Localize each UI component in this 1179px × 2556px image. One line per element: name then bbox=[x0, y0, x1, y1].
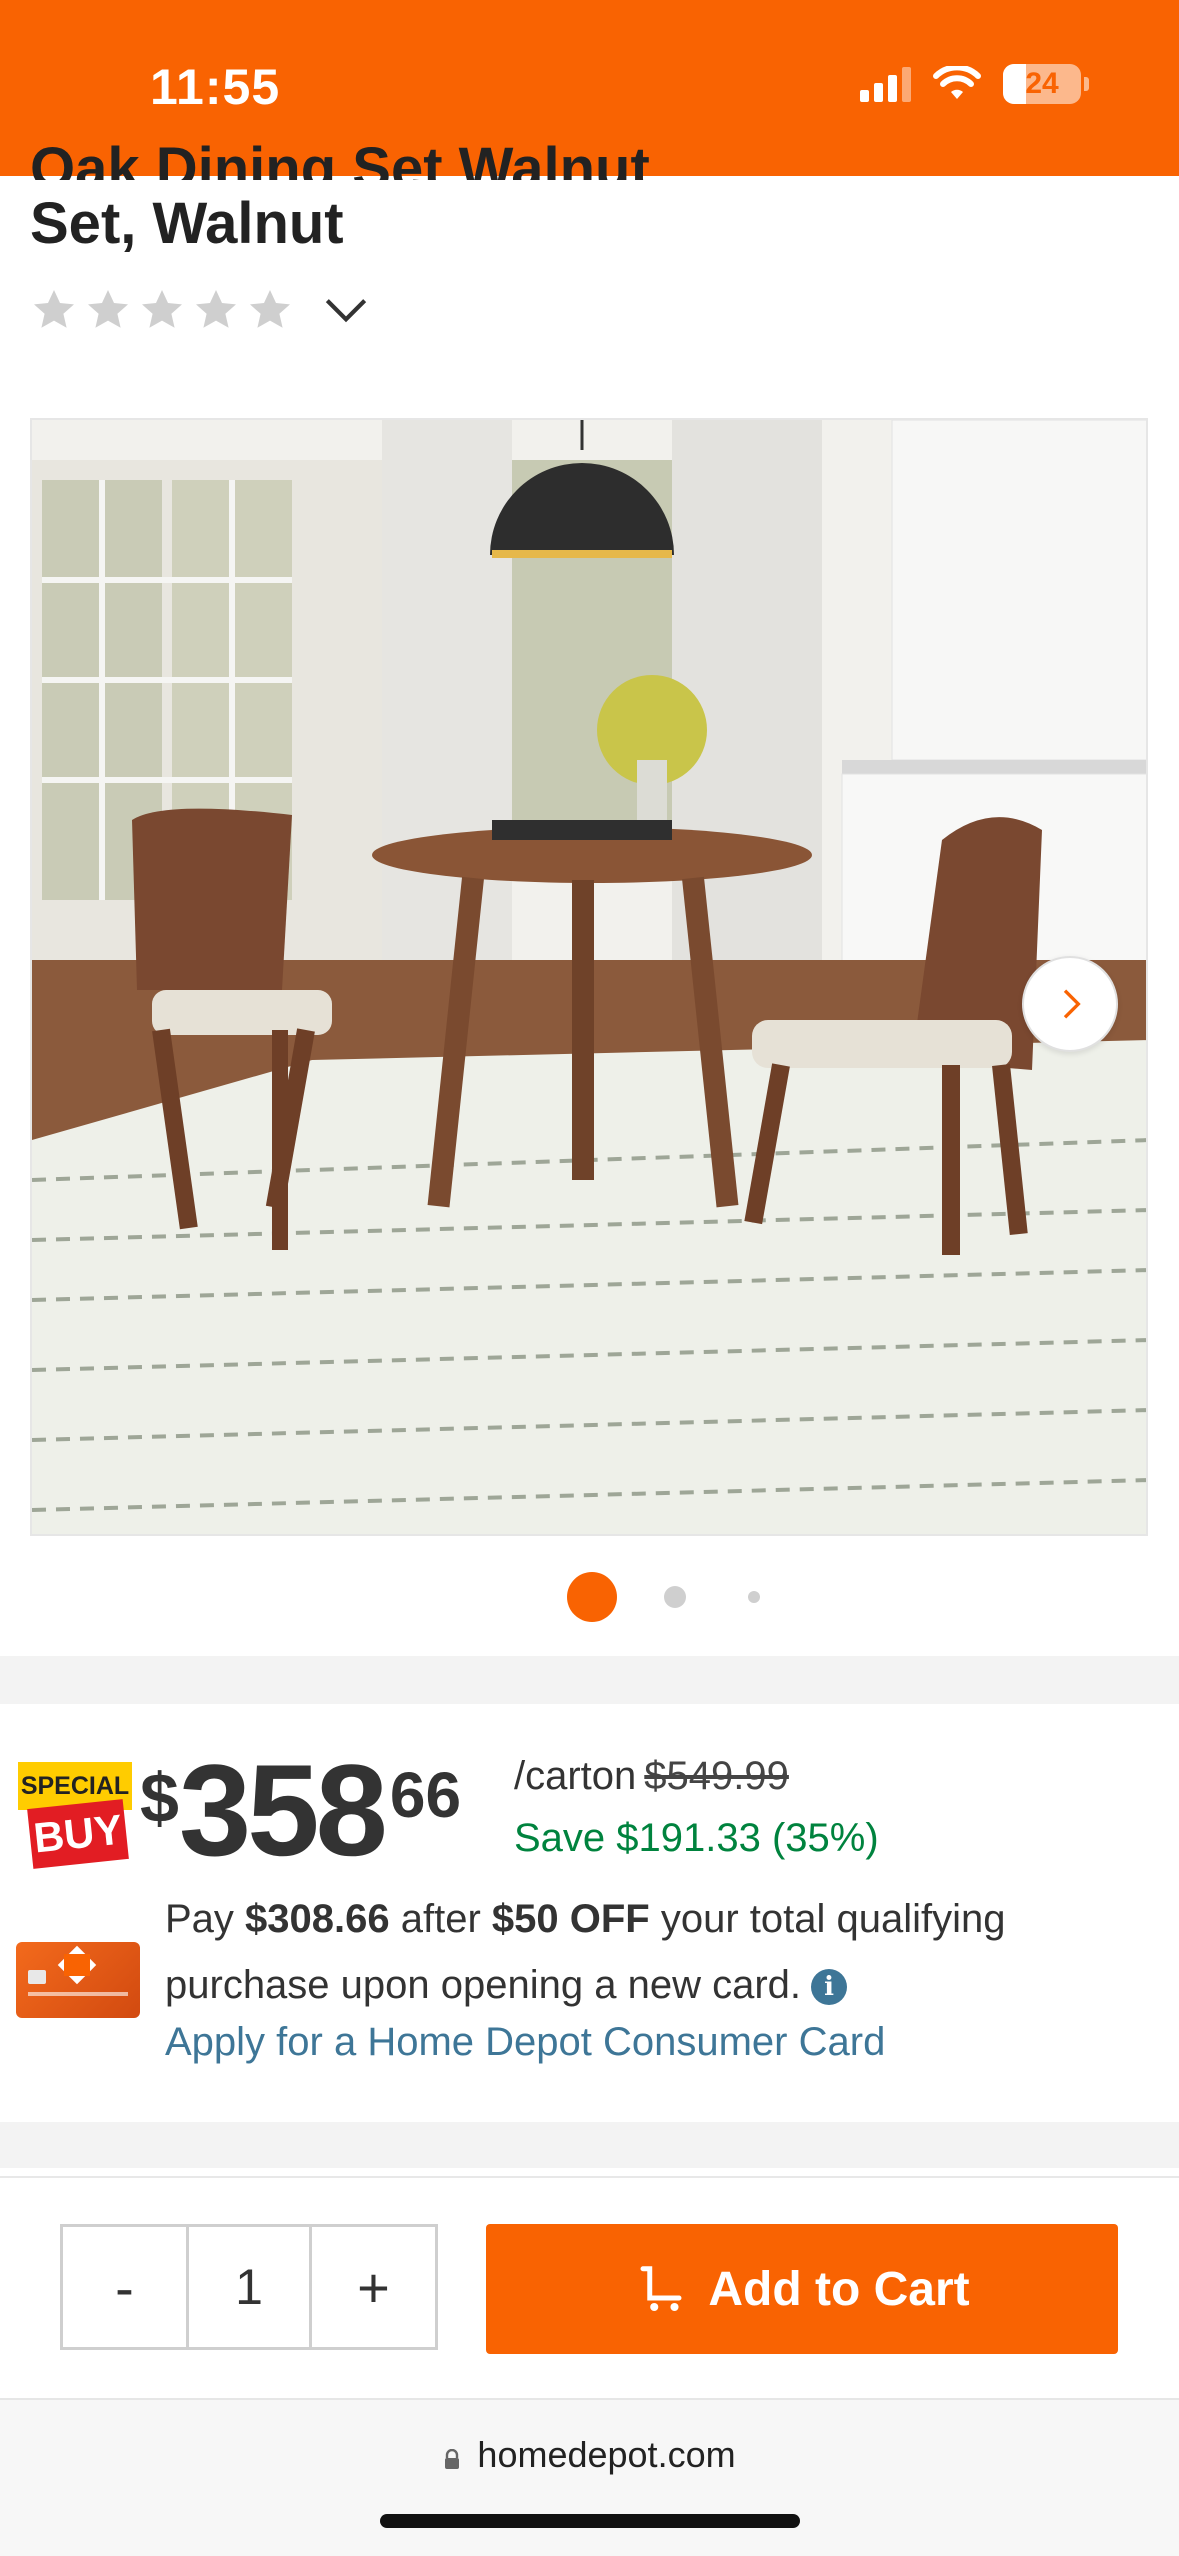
star-icon bbox=[250, 290, 290, 328]
wifi-icon bbox=[933, 66, 981, 99]
chevron-down-icon[interactable] bbox=[318, 282, 374, 338]
dining-set-photo bbox=[32, 420, 1146, 1534]
product-title: Set, Walnut bbox=[30, 191, 344, 256]
browser-url-bar bbox=[0, 2398, 1179, 2556]
rating-row[interactable] bbox=[30, 282, 374, 338]
star-icon bbox=[34, 290, 74, 328]
image-pagination bbox=[0, 1572, 1179, 1622]
offer-discount: $50 OFF bbox=[491, 1897, 650, 1941]
product-title-partial-text: Oak Dining Set Walnut bbox=[30, 140, 650, 180]
pagination-dot[interactable] bbox=[748, 1591, 760, 1603]
battery-icon: 24 bbox=[1003, 64, 1089, 104]
price-currency: $ bbox=[140, 1759, 179, 1837]
pagination-dot[interactable] bbox=[664, 1586, 686, 1608]
product-image[interactable] bbox=[30, 418, 1148, 1536]
add-to-cart-button[interactable]: Add to Cart bbox=[486, 2224, 1118, 2354]
battery-level: 24 bbox=[1025, 67, 1059, 100]
star-icon bbox=[142, 290, 182, 328]
special-buy-badge-bottom: BUY bbox=[27, 1799, 129, 1869]
increase-quantity-button[interactable]: + bbox=[312, 2227, 435, 2347]
price: $ 358 66 bbox=[140, 1740, 461, 1880]
offer-price: $308.66 bbox=[245, 1897, 390, 1941]
cart-icon bbox=[640, 2266, 682, 2312]
offer-text-part: after bbox=[389, 1897, 492, 1941]
cellular-signal-icon bbox=[860, 66, 911, 102]
info-icon[interactable]: i bbox=[811, 1969, 848, 2006]
section-divider bbox=[0, 1656, 1179, 1704]
savings-text: Save $191.33 (35%) bbox=[514, 1816, 879, 1860]
next-image-button[interactable] bbox=[1022, 956, 1118, 1052]
add-to-cart-label: Add to Cart bbox=[708, 2262, 970, 2316]
star-icon bbox=[196, 290, 236, 328]
section-divider bbox=[0, 2122, 1179, 2168]
quantity-input[interactable]: 1 bbox=[186, 2227, 312, 2347]
home-indicator[interactable] bbox=[380, 2514, 800, 2528]
price-unit-line: /carton $549.99 bbox=[514, 1754, 789, 1799]
offer-text-part: Pay bbox=[165, 1897, 246, 1941]
pagination-dot-active[interactable] bbox=[567, 1572, 617, 1622]
price-dollars: 358 bbox=[178, 1737, 388, 1883]
apply-card-link[interactable]: Apply for a Home Depot Consumer Card bbox=[165, 2020, 885, 2065]
price-unit: /carton bbox=[514, 1754, 637, 1798]
product-title-partial: Oak Dining Set Walnut bbox=[30, 140, 1130, 180]
credit-card-image bbox=[16, 1942, 140, 2018]
chevron-right-icon bbox=[1063, 989, 1081, 1019]
price-cents: 66 bbox=[389, 1759, 462, 1831]
lock-icon bbox=[445, 2449, 460, 2469]
card-offer-text: Pay $308.66 after $50 OFF your total qua… bbox=[165, 1886, 1085, 2018]
decrease-quantity-button[interactable]: - bbox=[63, 2227, 186, 2347]
special-buy-badge: SPECIAL BUY bbox=[18, 1762, 132, 1869]
quantity-stepper: - 1 + bbox=[60, 2224, 438, 2350]
status-icons: 24 bbox=[860, 64, 1089, 104]
star-icon bbox=[88, 290, 128, 328]
status-time: 11:55 bbox=[150, 59, 281, 115]
was-price: $549.99 bbox=[644, 1754, 789, 1798]
url-display[interactable]: homedepot.com bbox=[0, 2434, 1179, 2476]
url-text: homedepot.com bbox=[477, 2434, 736, 2475]
